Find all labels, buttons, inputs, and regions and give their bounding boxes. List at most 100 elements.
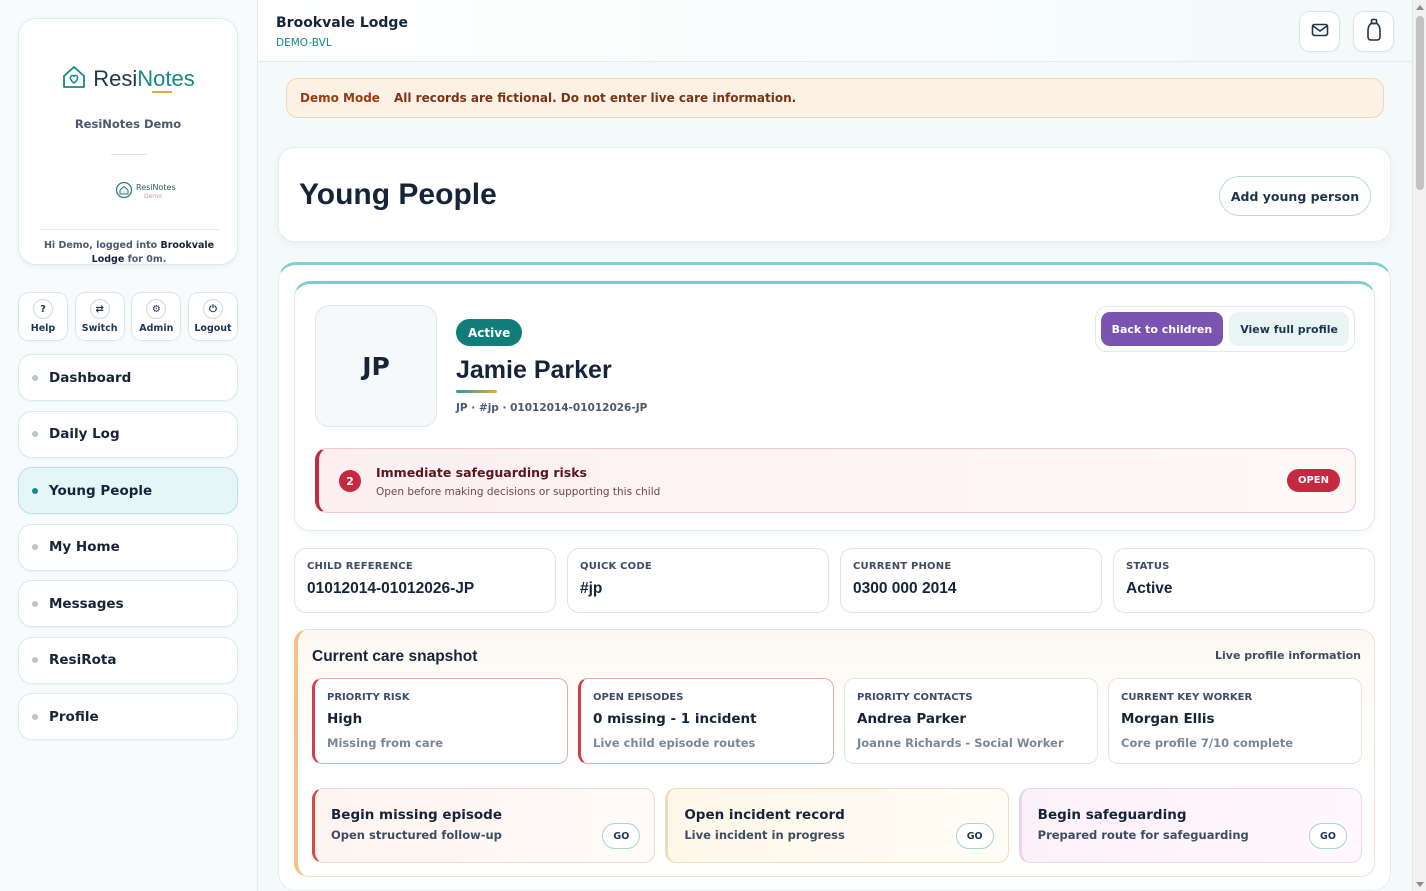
home-code: DEMO-BVL [276,37,332,49]
sidebar-item-label: My Home [49,539,120,555]
nav-dot [32,657,38,663]
page-scrollbar[interactable] [1412,0,1426,891]
go-button[interactable]: GO [955,823,994,849]
risk-count-badge: 2 [339,470,361,492]
switch-icon: ⇄ [89,299,110,319]
action-desc: Open structured follow-up [331,828,502,842]
admin-button[interactable]: ⚙ Admin [131,292,182,341]
action-desc: Live incident in progress [684,828,845,842]
person-card: JP Active Jamie Parker JP · #jp · 010120… [294,281,1375,531]
sidebar-item-label: ResiRota [49,652,117,668]
house-heart-icon [61,64,87,94]
snapshot-priority-contacts[interactable]: PRIORITY CONTACTS Andrea Parker Joanne R… [844,678,1098,764]
nav-dot [32,487,38,494]
divider [39,229,219,230]
alerts-button[interactable] [1353,11,1394,52]
stat-value: 0300 000 2014 [853,580,957,597]
go-button[interactable]: GO [602,823,641,849]
stat-quick-code: QUICK CODE #jp [567,548,829,613]
nav-dot [32,544,38,550]
sidebar: ResiNotes ResiNotes Demo ResiNotes Demo H… [0,0,258,891]
snapshot-value: Andrea Parker [857,711,967,727]
quick-routes: Begin missing episode Open structured fo… [312,788,1362,863]
name-underline [456,390,497,393]
logout-label: Logout [194,323,232,334]
stat-current-phone: CURRENT PHONE 0300 000 2014 [840,548,1102,613]
scroll-up-arrow-icon[interactable] [1416,5,1424,10]
go-button[interactable]: GO [1308,823,1347,849]
add-young-person-button[interactable]: Add young person [1219,176,1371,216]
quick-actions: ? Help ⇄ Switch ⚙ Admin ⏻ Logout [18,292,238,341]
sidebar-item-my-home[interactable]: My Home [18,523,238,571]
risk-title: Immediate safeguarding risks [376,465,587,480]
sidebar-item-label: Dashboard [49,369,132,386]
sidebar-item-young-people[interactable]: Young People [18,467,238,514]
sidebar-item-dashboard[interactable]: Dashboard [18,354,238,401]
brand-card: ResiNotes ResiNotes Demo ResiNotes Demo H… [18,18,238,265]
risk-subtitle: Open before making decisions or supporti… [376,486,661,498]
snapshot-note: Live profile information [1215,649,1361,662]
scroll-thumb[interactable] [1416,16,1424,190]
logout-button[interactable]: ⏻ Logout [187,292,238,341]
demo-mode-banner: Demo Mode All records are fictional. Do … [286,78,1384,118]
sidebar-item-label: Profile [49,708,99,725]
begin-safeguarding-card[interactable]: Begin safeguarding Prepared route for sa… [1018,788,1362,863]
snapshot-value: High [327,711,363,727]
open-risks-button[interactable]: OPEN [1286,469,1340,492]
stat-label: CHILD REFERENCE [307,561,413,572]
snapshot-key-worker[interactable]: CURRENT KEY WORKER Morgan Ellis Core pro… [1108,678,1362,764]
nav-dot [32,600,38,607]
action-title: Begin missing episode [331,807,502,823]
snapshot-priority-risk[interactable]: PRIORITY RISK High Missing from care [312,678,568,764]
stat-label: CURRENT PHONE [853,561,952,572]
snapshot-sub: Live child episode routes [593,736,756,750]
snapshot-sub: Core profile 7/10 complete [1121,736,1294,750]
sidebar-item-label: Daily Log [49,426,120,442]
sidebar-item-resirota[interactable]: ResiRota [18,636,238,684]
snapshot-title: Current care snapshot [312,648,478,665]
home-logo-text: ResiNotes Demo [136,183,176,200]
snapshot-sub: Missing from care [327,736,444,750]
sidebar-nav: Dashboard Daily Log Young People My Home… [18,354,238,750]
login-greeting: Hi Demo, logged into Brookvale Lodge for… [43,240,215,265]
sidebar-item-profile[interactable]: Profile [18,693,238,740]
messages-button[interactable] [1299,11,1340,52]
demo-mode-message: All records are fictional. Do not enter … [393,91,797,105]
safeguarding-risk-alert[interactable]: 2 Immediate safeguarding risks Open befo… [315,448,1356,513]
help-button[interactable]: ? Help [18,292,68,341]
avatar: JP [315,305,437,427]
admin-label: Admin [139,323,174,334]
stat-value: #jp [580,580,603,597]
scroll-down-arrow-icon[interactable] [1416,882,1424,887]
gear-icon: ⚙ [146,299,167,319]
stat-value: Active [1126,580,1173,597]
open-incident-record-card[interactable]: Open incident record Live incident in pr… [665,788,1009,863]
mail-icon [1310,20,1330,44]
top-header: Brookvale Lodge DEMO-BVL [258,0,1412,62]
begin-missing-episode-card[interactable]: Begin missing episode Open structured fo… [312,788,656,863]
snapshot-label: CURRENT KEY WORKER [1121,692,1253,703]
sidebar-item-daily-log[interactable]: Daily Log [18,410,238,458]
divider [111,154,147,155]
stat-child-reference: CHILD REFERENCE 01012014-01012026-JP [294,548,556,613]
care-snapshot: Current care snapshot Live profile infor… [294,629,1375,877]
snapshot-open-episodes[interactable]: OPEN EPISODES 0 missing - 1 incident Liv… [578,678,834,764]
snapshot-sub: Joanne Richards - Social Worker [857,736,1064,750]
nav-dot [32,431,38,437]
demo-mode-tag: Demo Mode [300,91,380,105]
help-icon: ? [33,299,53,319]
view-full-profile-button[interactable]: View full profile [1229,312,1349,346]
stat-label: QUICK CODE [580,561,652,572]
help-label: Help [30,323,56,334]
status-badge: Active [456,319,523,346]
switch-label: Switch [81,323,118,334]
action-desc: Prepared route for safeguarding [1037,828,1249,842]
back-to-children-button[interactable]: Back to children [1100,312,1224,346]
nav-dot [32,713,38,720]
sidebar-item-messages[interactable]: Messages [18,580,238,627]
brand-logo[interactable]: ResiNotes [19,61,237,97]
switch-button[interactable]: ⇄ Switch [74,292,125,341]
home-title: Brookvale Lodge [276,15,408,31]
mini-house-icon [115,181,133,203]
profile-stats: CHILD REFERENCE 01012014-01012026-JP QUI… [294,548,1375,613]
